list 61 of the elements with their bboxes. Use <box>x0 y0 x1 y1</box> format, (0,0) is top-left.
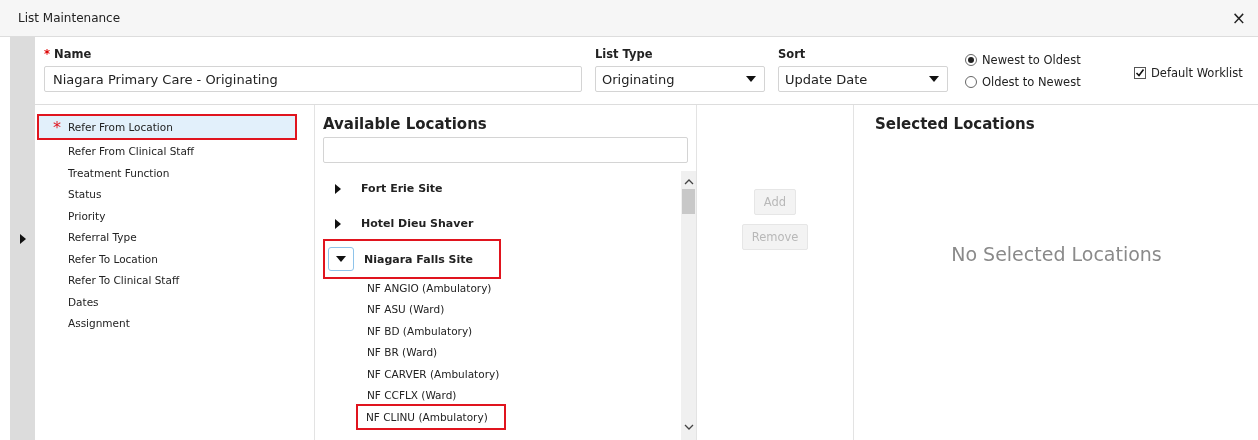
scroll-down-icon[interactable] <box>683 424 694 430</box>
criteria-item[interactable]: Referral Type <box>35 226 314 248</box>
criteria-label: Assignment <box>68 317 130 330</box>
criteria-label: Refer To Location <box>68 252 158 265</box>
tree-item[interactable]: NF CCFLX (Ward) <box>323 384 473 406</box>
tree-item[interactable]: NF ANGIO (Ambulatory) <box>323 277 508 299</box>
criteria-item[interactable]: Assignment <box>35 312 314 334</box>
selected-locations-heading: Selected Locations <box>875 115 1036 133</box>
scroll-up-icon[interactable] <box>683 179 694 185</box>
criteria-item[interactable]: Treatment Function <box>35 162 314 184</box>
criteria-label: Status <box>68 188 102 201</box>
criteria-item[interactable]: Refer To Clinical Staff <box>35 269 314 291</box>
scroll-thumb[interactable] <box>682 189 695 214</box>
search-field[interactable] <box>323 137 688 163</box>
site-name: Hotel Dieu Shaver <box>361 217 474 230</box>
list-type-label: List Type <box>595 47 654 61</box>
sort-dropdown[interactable]: Update Date <box>778 66 948 92</box>
close-button[interactable]: × <box>1227 8 1250 28</box>
tree-node[interactable]: Hotel Dieu Shaver <box>323 206 494 241</box>
scrollbar[interactable] <box>681 171 696 440</box>
list-type-dropdown[interactable]: Originating <box>595 66 765 92</box>
caret-icon <box>929 76 939 82</box>
empty-message: No Selected Locations <box>951 243 1162 267</box>
expand-arrow-icon[interactable] <box>18 232 27 245</box>
toggle-icon[interactable] <box>328 247 354 271</box>
criteria-label: Referral Type <box>68 231 137 244</box>
required-mark: * <box>44 47 50 61</box>
criteria-item[interactable]: Status <box>35 183 314 205</box>
criteria-label: Treatment Function <box>68 166 170 179</box>
toggle-icon[interactable] <box>333 216 343 231</box>
criteria-label: Refer From Location <box>68 120 173 133</box>
checkbox-square-icon[interactable] <box>1134 67 1146 79</box>
tree-item[interactable]: NF ASU (Ward) <box>323 298 461 320</box>
required-mark: * <box>53 118 61 137</box>
name-label: Name <box>54 47 92 61</box>
tree-item[interactable]: NF CLINU (Ambulatory) <box>358 406 504 428</box>
sort-order-radio[interactable]: Newest to Oldest <box>965 53 1121 67</box>
criteria-label: Refer To Clinical Staff <box>68 274 180 287</box>
site-name: Fort Erie Site <box>361 182 443 195</box>
criteria-item[interactable]: * Refer From Location <box>39 116 295 138</box>
criteria-label: Priority <box>68 209 106 222</box>
criteria-label: Refer From Clinical Staff <box>68 145 195 158</box>
sort-label: Sort <box>778 47 807 61</box>
site-name: Niagara Falls Site <box>364 252 473 266</box>
tree-node[interactable]: Niagara Falls Site <box>325 241 499 277</box>
criteria-item[interactable]: Refer From Clinical Staff <box>35 140 314 162</box>
criteria-item[interactable]: Dates <box>35 291 314 313</box>
criteria-item[interactable]: Priority <box>35 205 314 227</box>
tree-item[interactable]: NF BR (Ward) <box>323 341 454 363</box>
default-worklist-checkbox[interactable]: Default Worklist <box>1134 66 1243 80</box>
caret-icon <box>746 76 756 82</box>
name-field[interactable]: Niagara Primary Care - Originating <box>44 66 582 92</box>
tree-item[interactable]: NF CARVER (Ambulatory) <box>323 363 516 385</box>
available-locations-heading: Available Locations <box>323 115 488 133</box>
tree-node[interactable]: Fort Erie Site <box>323 171 463 206</box>
toggle-icon[interactable] <box>333 181 343 196</box>
criteria-label: Dates <box>68 295 99 308</box>
criteria-item[interactable]: Refer To Location <box>35 248 314 270</box>
sort-order-radio[interactable]: Oldest to Newest <box>965 75 1121 89</box>
tree-item[interactable]: NF BD (Ambulatory) <box>323 320 489 342</box>
window-title: List Maintenance <box>18 11 121 25</box>
